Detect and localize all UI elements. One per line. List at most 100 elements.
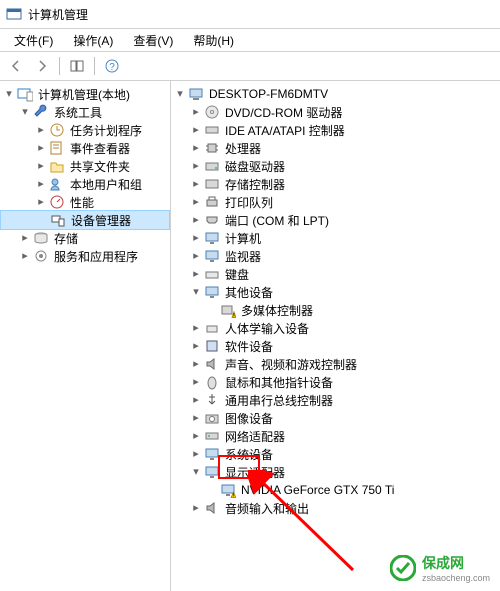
tree-shared-folders[interactable]: ▸ 共享文件夹 (0, 157, 170, 175)
keyboard-icon (204, 266, 220, 282)
disk-icon (204, 158, 220, 174)
tree-performance[interactable]: ▸ 性能 (0, 193, 170, 211)
expander-icon[interactable]: ▸ (189, 195, 203, 209)
storage-ctrl-icon (204, 176, 220, 192)
expander-icon[interactable]: ▸ (189, 249, 203, 263)
expander-icon[interactable]: ▾ (189, 465, 203, 479)
device-monitor[interactable]: ▸监视器 (171, 247, 500, 265)
device-dvd[interactable]: ▸ DVD/CD-ROM 驱动器 (171, 103, 500, 121)
title-bar: 计算机管理 (0, 0, 500, 29)
device-cpu[interactable]: ▸ 处理器 (171, 139, 500, 157)
expander-icon[interactable]: ▸ (189, 141, 203, 155)
back-button[interactable] (4, 54, 28, 78)
device-print[interactable]: ▸打印队列 (171, 193, 500, 211)
tree-label: 网络适配器 (223, 427, 287, 446)
cpu-icon (204, 140, 220, 156)
expander-icon[interactable]: ▾ (18, 105, 32, 119)
tree-label: 本地用户和组 (68, 175, 144, 194)
expander-icon[interactable]: ▸ (189, 501, 203, 515)
expander-icon[interactable]: ▸ (189, 429, 203, 443)
disc-icon (204, 104, 220, 120)
expander-icon[interactable]: ▸ (189, 267, 203, 281)
tree-device-manager[interactable]: ▸ 设备管理器 (0, 210, 170, 230)
expander-icon[interactable]: ▸ (18, 249, 32, 263)
expander-icon[interactable]: ▸ (189, 339, 203, 353)
expander-icon[interactable]: ▾ (2, 87, 16, 101)
device-display-adapters[interactable]: ▾显示适配器 (171, 463, 500, 481)
expander-icon[interactable]: ▸ (189, 411, 203, 425)
show-hide-tree-button[interactable] (65, 54, 89, 78)
device-system[interactable]: ▸系统设备 (171, 445, 500, 463)
expander-icon[interactable]: ▸ (189, 447, 203, 461)
help-button[interactable]: ? (100, 54, 124, 78)
tree-label: 人体学输入设备 (223, 319, 311, 338)
menu-bar: 文件(F) 操作(A) 查看(V) 帮助(H) (0, 29, 500, 52)
device-ide[interactable]: ▸IDE ATA/ATAPI 控制器 (171, 121, 500, 139)
toolbar: ? (0, 52, 500, 81)
expander-icon[interactable]: ▸ (189, 321, 203, 335)
device-hid[interactable]: ▸ 人体学输入设备 (171, 319, 500, 337)
device-computer[interactable]: ▸计算机 (171, 229, 500, 247)
console-tree[interactable]: ▾ 计算机管理(本地) ▾ 系统工具 ▸ 任务计划程序 ▸ 事件查看器 ▸ 共享… (0, 81, 171, 591)
menu-view[interactable]: 查看(V) (123, 30, 183, 51)
expander-icon[interactable]: ▾ (189, 285, 203, 299)
menu-help[interactable]: 帮助(H) (183, 30, 244, 51)
tree-label: 处理器 (223, 139, 263, 158)
device-storage-ctrl[interactable]: ▸存储控制器 (171, 175, 500, 193)
device-image[interactable]: ▸图像设备 (171, 409, 500, 427)
tree-task-scheduler[interactable]: ▸ 任务计划程序 (0, 121, 170, 139)
tree-event-viewer[interactable]: ▸ 事件查看器 (0, 139, 170, 157)
forward-button[interactable] (30, 54, 54, 78)
tree-label: DVD/CD-ROM 驱动器 (223, 103, 344, 122)
device-network[interactable]: ▸ 网络适配器 (171, 427, 500, 445)
menu-file[interactable]: 文件(F) (4, 30, 63, 51)
device-keyboard[interactable]: ▸键盘 (171, 265, 500, 283)
tree-label: 鼠标和其他指针设备 (223, 373, 335, 392)
device-ports[interactable]: ▸端口 (COM 和 LPT) (171, 211, 500, 229)
expander-icon[interactable]: ▸ (189, 375, 203, 389)
audio-icon (204, 500, 220, 516)
window-title: 计算机管理 (28, 6, 88, 23)
expander-icon[interactable]: ▸ (189, 357, 203, 371)
tree-local-users[interactable]: ▸ 本地用户和组 (0, 175, 170, 193)
expander-icon[interactable]: ▸ (189, 105, 203, 119)
expander-icon[interactable]: ▸ (189, 159, 203, 173)
device-disk[interactable]: ▸磁盘驱动器 (171, 157, 500, 175)
expander-icon[interactable]: ▸ (18, 231, 32, 245)
tree-system-tools[interactable]: ▾ 系统工具 (0, 103, 170, 121)
expander-icon[interactable]: ▸ (34, 177, 48, 191)
tree-storage[interactable]: ▸ 存储 (0, 229, 170, 247)
device-usb[interactable]: ▸通用串行总线控制器 (171, 391, 500, 409)
tree-root[interactable]: ▾ 计算机管理(本地) (0, 85, 170, 103)
device-audio-io[interactable]: ▸音频输入和输出 (171, 499, 500, 517)
expander-icon[interactable]: ▾ (173, 87, 187, 101)
toolbar-separator (59, 57, 60, 75)
port-icon (204, 212, 220, 228)
device-other[interactable]: ▾其他设备 (171, 283, 500, 301)
device-multimedia-ctrl[interactable]: ▸!多媒体控制器 (171, 301, 500, 319)
content-area: ▾ 计算机管理(本地) ▾ 系统工具 ▸ 任务计划程序 ▸ 事件查看器 ▸ 共享… (0, 81, 500, 591)
device-tree[interactable]: ▾ DESKTOP-FM6DMTV ▸ DVD/CD-ROM 驱动器 ▸IDE A… (171, 81, 500, 591)
device-sound[interactable]: ▸声音、视频和游戏控制器 (171, 355, 500, 373)
expander-icon[interactable]: ▸ (189, 123, 203, 137)
expander-icon[interactable]: ▸ (34, 123, 48, 137)
device-gpu[interactable]: ▸!NVIDIA GeForce GTX 750 Ti (171, 481, 500, 499)
gpu-warn-icon: ! (220, 482, 236, 498)
toolbar-separator-2 (94, 57, 95, 75)
tree-services-apps[interactable]: ▸ 服务和应用程序 (0, 247, 170, 265)
expander-icon[interactable]: ▸ (189, 213, 203, 227)
expander-icon[interactable]: ▸ (189, 393, 203, 407)
watermark-brand: 保成网 (422, 553, 490, 573)
expander-icon[interactable]: ▸ (189, 177, 203, 191)
device-software[interactable]: ▸软件设备 (171, 337, 500, 355)
device-manager-icon (50, 212, 66, 228)
device-root[interactable]: ▾ DESKTOP-FM6DMTV (171, 85, 500, 103)
display-icon (204, 248, 220, 264)
expander-icon[interactable]: ▸ (34, 159, 48, 173)
device-mouse[interactable]: ▸ 鼠标和其他指针设备 (171, 373, 500, 391)
expander-icon[interactable]: ▸ (34, 195, 48, 209)
menu-view-label: 查看(V) (133, 34, 173, 48)
expander-icon[interactable]: ▸ (189, 231, 203, 245)
expander-icon[interactable]: ▸ (34, 141, 48, 155)
menu-action[interactable]: 操作(A) (63, 30, 123, 51)
